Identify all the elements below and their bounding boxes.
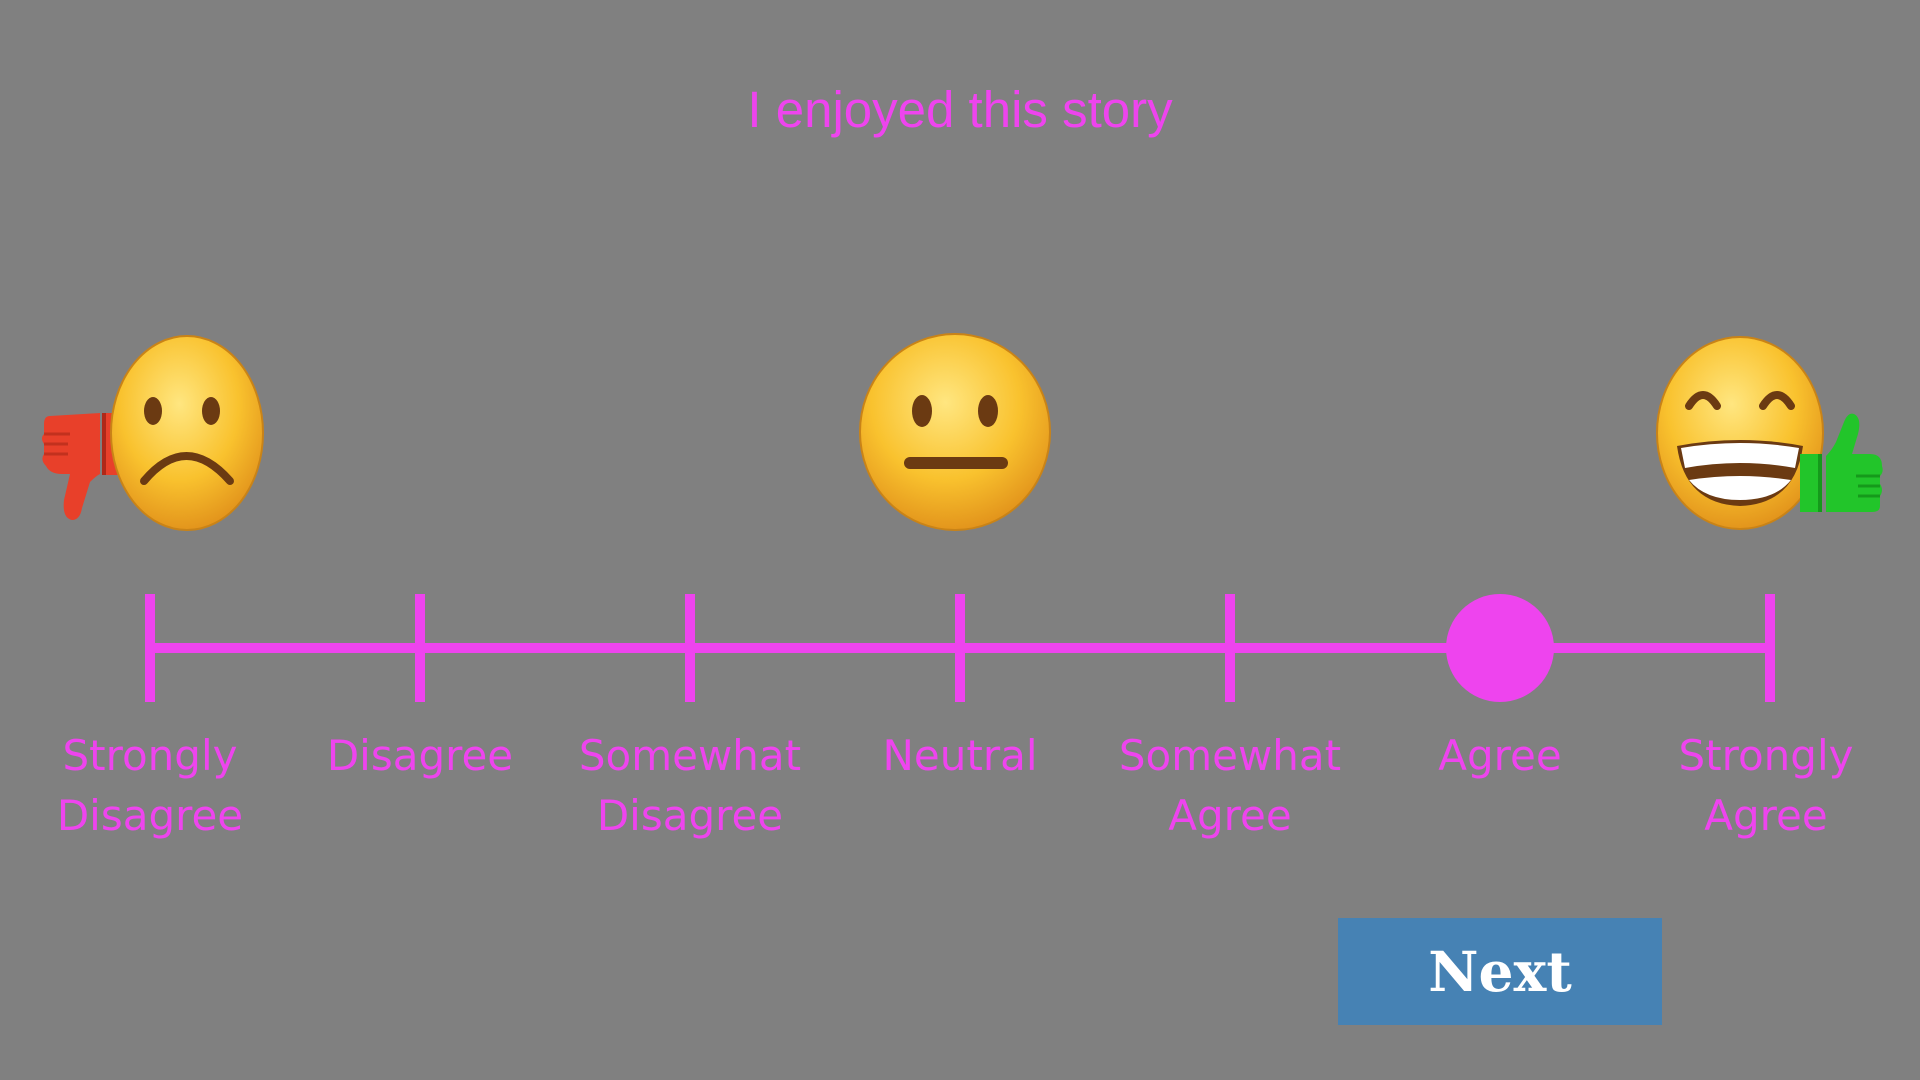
selected-marker-agree[interactable] — [1446, 594, 1554, 702]
scale-label-strongly-agree[interactable]: Strongly Agree — [1636, 726, 1896, 846]
scale-tick-strongly-disagree[interactable] — [145, 594, 155, 702]
scale-tick-disagree[interactable] — [415, 594, 425, 702]
question-text: I enjoyed this story — [747, 81, 1173, 138]
thumbs-up-icon — [1800, 413, 1883, 512]
scale-tick-somewhat-agree[interactable] — [1225, 594, 1235, 702]
scale-label-agree[interactable]: Agree — [1370, 726, 1630, 786]
scale-label-somewhat-disagree[interactable]: Somewhat Disagree — [560, 726, 820, 846]
scale-label-neutral[interactable]: Neutral — [830, 726, 1090, 786]
scale-tick-neutral[interactable] — [955, 594, 965, 702]
scale-label-strongly-disagree[interactable]: Strongly Disagree — [20, 726, 280, 846]
scale-tick-somewhat-disagree[interactable] — [685, 594, 695, 702]
scale-label-somewhat-agree[interactable]: Somewhat Agree — [1100, 726, 1360, 846]
scale-label-disagree[interactable]: Disagree — [290, 726, 550, 786]
next-button[interactable]: Next — [1338, 918, 1662, 1025]
neutral-face-icon — [859, 333, 1051, 531]
scale-tick-strongly-agree[interactable] — [1765, 594, 1775, 702]
frowning-face-icon — [110, 335, 264, 531]
